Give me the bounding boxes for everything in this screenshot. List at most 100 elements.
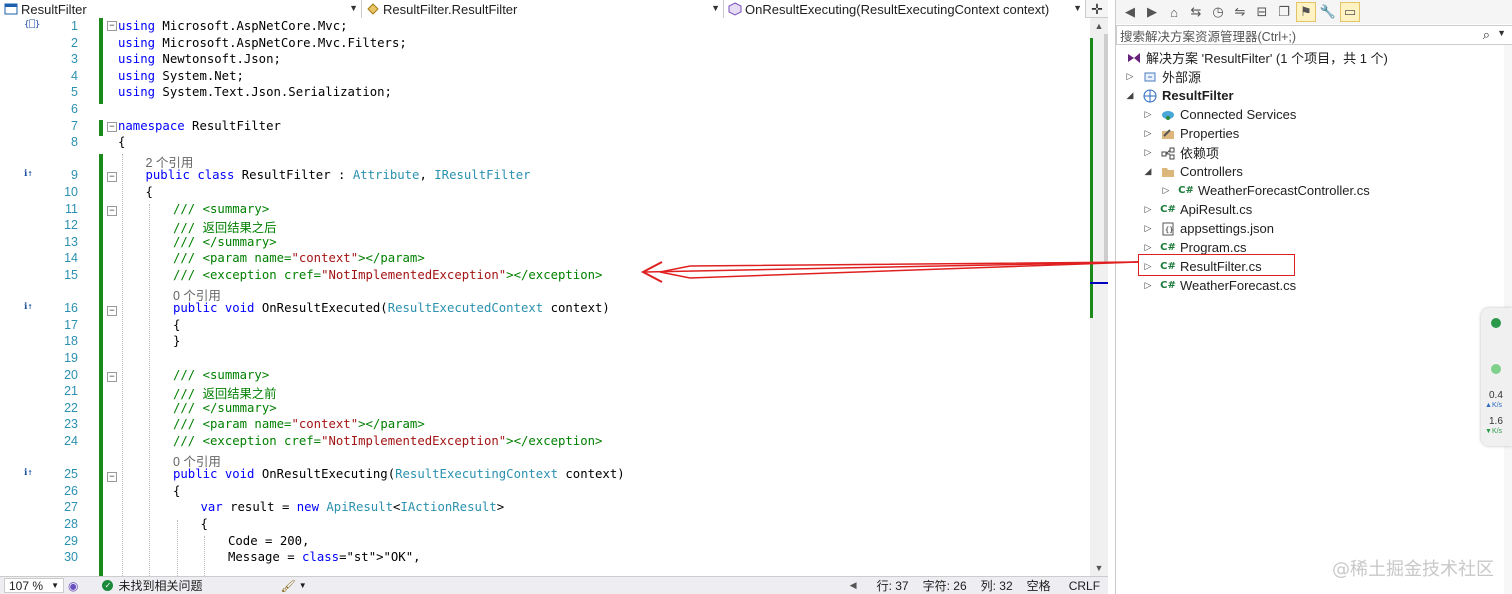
line-ending-indicator[interactable]: CRLF	[1065, 577, 1104, 594]
code-line[interactable]: 26 {	[0, 484, 1090, 501]
switch-views-icon[interactable]: ⇆	[1186, 2, 1206, 22]
tree-node-connected-services[interactable]: ▷ Connected Services	[1142, 105, 1297, 124]
expand-arrow-icon[interactable]: ▷	[1142, 242, 1154, 253]
code-line[interactable]: 2 个引用	[0, 152, 1090, 170]
search-icon[interactable]: ⌕	[1483, 27, 1490, 43]
code-line[interactable]: 12 /// 返回结果之后	[0, 218, 1090, 235]
code-text: Code = 200,	[228, 533, 310, 548]
code-text: {	[200, 517, 208, 531]
code-line[interactable]: 14 /// <param name="context"></param>	[0, 251, 1090, 268]
history-icon[interactable]: ◷	[1208, 2, 1228, 22]
code-line[interactable]: 1 {⎕} using Microsoft.AspNetCore.Mvc;	[0, 19, 1090, 36]
code-cleanup-icon[interactable]: 🖌 ▼	[277, 577, 311, 594]
expand-arrow-icon[interactable]: ▷	[1142, 109, 1154, 120]
code-line[interactable]: 0 个引用	[0, 451, 1090, 469]
code-text: /// </summary>	[173, 234, 277, 249]
expand-arrow-icon[interactable]: ▷	[1142, 147, 1154, 158]
tree-node-weatherforecast[interactable]: ▷ C# WeatherForecast.cs	[1142, 276, 1297, 295]
tree-node-dependencies[interactable]: ▷ 依赖项	[1142, 143, 1219, 162]
code-line[interactable]: 5 using System.Text.Json.Serialization;	[0, 85, 1090, 102]
scope-icon[interactable]: {⎕}	[24, 20, 40, 32]
collapse-arrow-icon[interactable]: ◢	[1142, 166, 1154, 177]
expand-arrow-icon[interactable]: ▷	[1142, 204, 1154, 215]
code-line[interactable]: 22 /// </summary>	[0, 401, 1090, 418]
code-line[interactable]: 15 /// <exception cref="NotImplementedExc…	[0, 268, 1090, 285]
code-area[interactable]: − − − − − − − 1 {⎕} using Microsoft.AspNet…	[0, 18, 1090, 576]
project-dropdown[interactable]: ResultFilter ▼	[0, 0, 362, 18]
tree-node-project[interactable]: ◢ ResultFilter	[1124, 86, 1234, 105]
editor-vertical-scrollbar[interactable]: ▲ ▼	[1090, 18, 1108, 576]
code-line[interactable]: 28 {	[0, 517, 1090, 534]
code-line[interactable]: 27 var result = new ApiResult<IActionResu…	[0, 500, 1090, 517]
code-line[interactable]: 10 {	[0, 185, 1090, 202]
home-icon[interactable]: ⌂	[1164, 2, 1184, 22]
implements-interface-icon[interactable]: ℹ↑	[24, 302, 40, 314]
status-dot-icon	[1491, 364, 1501, 374]
expand-arrow-icon[interactable]: ▷	[1124, 71, 1136, 82]
tree-node-apiresult[interactable]: ▷ C# ApiResult.cs	[1142, 200, 1253, 219]
expand-arrow-icon[interactable]: ▷	[1142, 223, 1154, 234]
code-line[interactable]: 25 ℹ↑ public void OnResultExecuting(Result…	[0, 467, 1090, 484]
code-line[interactable]: 29 Code = 200,	[0, 534, 1090, 551]
expand-arrow-icon[interactable]: ▷	[1160, 185, 1172, 196]
expand-arrow-icon[interactable]: ▷	[1142, 280, 1154, 291]
scroll-down-icon[interactable]: ▼	[1090, 560, 1108, 576]
solution-search-input[interactable]: 搜索解决方案资源管理器(Ctrl+;) ⌕ ▼	[1116, 25, 1512, 45]
preview-selected-icon[interactable]: ▭	[1340, 2, 1360, 22]
implements-interface-icon[interactable]: ℹ↑	[24, 169, 40, 181]
code-line[interactable]: 30 Message = class="st">"OK",	[0, 550, 1090, 567]
code-line[interactable]: 24 /// <exception cref="NotImplementedExc…	[0, 434, 1090, 451]
back-icon[interactable]: ◀	[1120, 2, 1140, 22]
chevron-down-icon[interactable]: ▼	[1497, 28, 1506, 38]
issues-indicator[interactable]: ✓ 未找到相关问题	[98, 577, 206, 594]
tree-node-controllers[interactable]: ◢ Controllers	[1142, 162, 1243, 181]
code-line[interactable]: 13 /// </summary>	[0, 235, 1090, 252]
implements-interface-icon[interactable]: ℹ↑	[24, 468, 40, 480]
code-text: using Microsoft.AspNetCore.Mvc.Filters;	[118, 35, 407, 50]
pending-changes-filter-icon[interactable]: ⚑	[1296, 2, 1316, 22]
code-line[interactable]: 7 namespace ResultFilter	[0, 119, 1090, 136]
code-line[interactable]: 23 /// <param name="context"></param>	[0, 417, 1090, 434]
sync-icon[interactable]: ⇋	[1230, 2, 1250, 22]
code-line[interactable]: 11 /// <summary>	[0, 202, 1090, 219]
collapse-all-icon[interactable]: ⊟	[1252, 2, 1272, 22]
code-line[interactable]: 16 ℹ↑ public void OnResultExecuted(ResultE…	[0, 301, 1090, 318]
tree-node-appsettings[interactable]: ▷ {} appsettings.json	[1142, 219, 1274, 238]
collapse-arrow-icon[interactable]: ◢	[1124, 90, 1136, 101]
code-line[interactable]: 21 /// 返回结果之前	[0, 384, 1090, 401]
navigation-bar: ResultFilter ▼ ResultFilter.ResultFilter…	[0, 0, 1108, 18]
split-window-button[interactable]: ✛	[1086, 0, 1108, 18]
class-dropdown[interactable]: ResultFilter.ResultFilter ▼	[362, 0, 724, 18]
code-line[interactable]: 2 using Microsoft.AspNetCore.Mvc.Filters;	[0, 36, 1090, 53]
code-line[interactable]: 8{	[0, 135, 1090, 152]
show-all-files-icon[interactable]: ❐	[1274, 2, 1294, 22]
code-line[interactable]: 3 using Newtonsoft.Json;	[0, 52, 1090, 69]
tree-node-weatherforecastcontroller[interactable]: ▷ C# WeatherForecastController.cs	[1160, 181, 1370, 200]
code-line[interactable]: 0 个引用	[0, 285, 1090, 303]
properties-icon[interactable]: 🔧	[1318, 2, 1338, 22]
code-line[interactable]: 20 /// <summary>	[0, 368, 1090, 385]
whitespace-indicator[interactable]: 空格	[1023, 577, 1055, 594]
code-line[interactable]: 6	[0, 102, 1090, 119]
code-line[interactable]: 4 using System.Net;	[0, 69, 1090, 86]
horizontal-scroll-left-icon[interactable]: ◀	[846, 577, 861, 594]
code-line[interactable]: 19	[0, 351, 1090, 368]
copilot-icon[interactable]: ◉	[64, 577, 82, 594]
forward-icon[interactable]: ▶	[1142, 2, 1162, 22]
expand-arrow-icon[interactable]: ▷	[1142, 128, 1154, 139]
scrollbar-thumb[interactable]	[1104, 34, 1108, 264]
zoom-dropdown[interactable]: 107 % ▼	[4, 578, 64, 593]
code-line[interactable]: 9 ℹ↑ public class ResultFilter : Attribute…	[0, 168, 1090, 185]
code-text: }	[173, 334, 181, 349]
scroll-up-icon[interactable]: ▲	[1090, 18, 1108, 34]
code-editor[interactable]: ResultFilter ▼ ResultFilter.ResultFilter…	[0, 0, 1108, 594]
line-number: 30	[64, 550, 78, 565]
code-line[interactable]: 18}	[0, 334, 1090, 351]
line-number: 2	[71, 35, 78, 50]
network-speed-widget[interactable]: 0.4 ▲K/s 1.6 ▼K/s	[1481, 308, 1512, 446]
tree-node-properties[interactable]: ▷ Properties	[1142, 124, 1240, 143]
code-line[interactable]: 17 {	[0, 318, 1090, 335]
member-dropdown[interactable]: OnResultExecuting(ResultExecutingContext…	[724, 0, 1086, 18]
tree-node-external-sources[interactable]: ▷ 外部源	[1124, 67, 1201, 86]
solution-root-node[interactable]: 解决方案 'ResultFilter' (1 个项目，共 1 个)	[1126, 48, 1388, 67]
